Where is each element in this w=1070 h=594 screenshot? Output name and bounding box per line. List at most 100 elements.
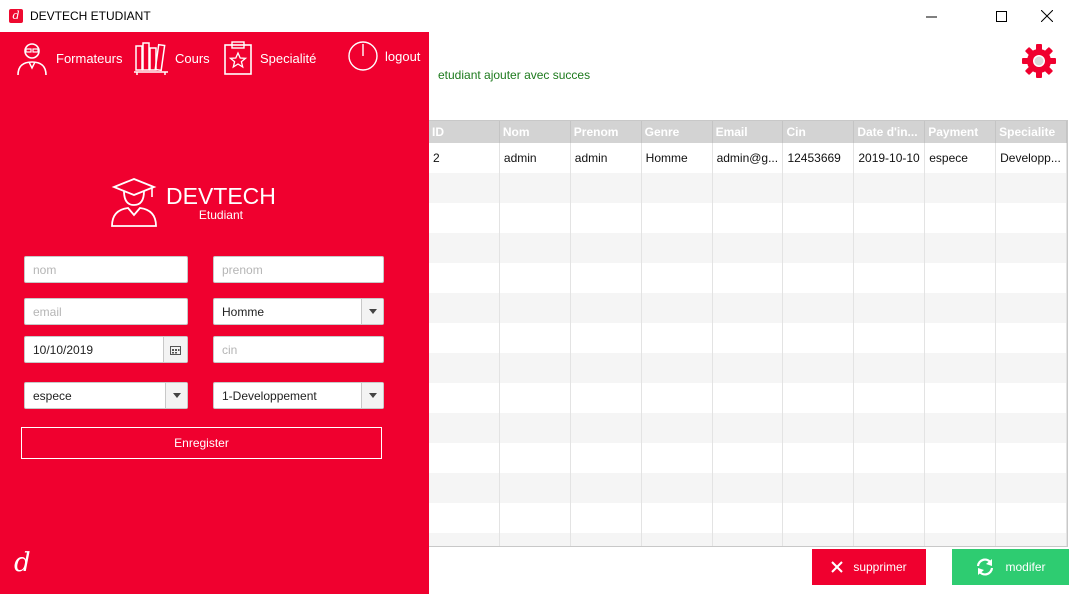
- genre-select[interactable]: Homme: [213, 298, 384, 325]
- column-header[interactable]: Email: [713, 121, 784, 143]
- column-header[interactable]: Specialite: [996, 121, 1067, 143]
- table-cell: admin: [571, 143, 642, 173]
- table-cell: [571, 293, 642, 323]
- settings-button[interactable]: [1020, 42, 1058, 85]
- table-cell: [783, 293, 855, 323]
- column-header[interactable]: Cin: [783, 121, 855, 143]
- nav-formateurs[interactable]: Formateurs: [14, 40, 122, 76]
- maximize-button[interactable]: [978, 0, 1024, 32]
- table-cell: [713, 533, 784, 546]
- chevron-down-icon[interactable]: [361, 299, 383, 324]
- column-header[interactable]: Nom: [500, 121, 571, 143]
- logout-button[interactable]: logout: [347, 40, 420, 72]
- students-table[interactable]: ID Nom Prenom Genre Email Cin Date d'in... Paym…: [429, 120, 1068, 547]
- minimize-button[interactable]: [908, 0, 954, 32]
- chevron-down-icon[interactable]: [165, 383, 187, 408]
- date-value: 10/10/2019: [33, 342, 94, 357]
- close-button[interactable]: [1024, 0, 1070, 32]
- table-row[interactable]: [429, 533, 1067, 546]
- brand-title: DEVTECH: [166, 182, 276, 209]
- refresh-icon: [977, 558, 994, 576]
- table-row[interactable]: [429, 353, 1067, 383]
- table-row[interactable]: [429, 203, 1067, 233]
- date-picker[interactable]: 10/10/2019: [24, 336, 188, 363]
- table-cell: Developp...: [996, 143, 1067, 173]
- delete-button[interactable]: supprimer: [812, 549, 926, 585]
- table-cell: [571, 263, 642, 293]
- table-cell: [783, 173, 855, 203]
- table-row[interactable]: [429, 323, 1067, 353]
- table-cell: [500, 233, 571, 263]
- table-cell: [854, 203, 926, 233]
- table-cell: [713, 383, 784, 413]
- specialite-select[interactable]: 1-Developpement: [213, 382, 384, 409]
- table-cell: [642, 173, 713, 203]
- table-row[interactable]: [429, 443, 1067, 473]
- chevron-down-icon[interactable]: [361, 383, 383, 408]
- table-row[interactable]: [429, 503, 1067, 533]
- table-row[interactable]: [429, 413, 1067, 443]
- table-row[interactable]: [429, 473, 1067, 503]
- calendar-icon[interactable]: [163, 337, 187, 362]
- table-row[interactable]: [429, 173, 1067, 203]
- table-cell: [429, 413, 500, 443]
- table-row[interactable]: [429, 233, 1067, 263]
- table-row[interactable]: [429, 263, 1067, 293]
- table-cell: [925, 203, 997, 233]
- column-header[interactable]: Date d'in...: [854, 121, 926, 143]
- table-row[interactable]: [429, 293, 1067, 323]
- sidebar: Formateurs Cours Specialité logout DEVTE…: [0, 32, 429, 594]
- table-cell: [713, 203, 784, 233]
- prenom-input[interactable]: prenom: [213, 256, 384, 283]
- table-cell: [783, 323, 855, 353]
- table-cell: [642, 323, 713, 353]
- table-cell: [713, 353, 784, 383]
- table-cell: [429, 503, 500, 533]
- cin-input[interactable]: cin: [213, 336, 384, 363]
- minimize-icon: [925, 16, 937, 17]
- nav-cours[interactable]: Cours: [133, 40, 210, 76]
- table-cell: [854, 323, 926, 353]
- table-cell: [642, 473, 713, 503]
- table-cell: [783, 353, 855, 383]
- table-cell: 2019-10-10: [854, 143, 926, 173]
- column-header[interactable]: Genre: [642, 121, 713, 143]
- table-cell: [500, 383, 571, 413]
- table-row[interactable]: 2 admin admin Homme admin@g... 12453669 2019-1…: [429, 143, 1067, 173]
- column-header[interactable]: Prenom: [571, 121, 642, 143]
- table-cell: [571, 203, 642, 233]
- table-cell: [713, 233, 784, 263]
- payment-select[interactable]: espece: [24, 382, 188, 409]
- table-cell: admin: [500, 143, 571, 173]
- column-header[interactable]: ID: [429, 121, 500, 143]
- table-cell: [571, 443, 642, 473]
- table-cell: [996, 353, 1067, 383]
- nom-input[interactable]: nom: [24, 256, 188, 283]
- nav-specialite[interactable]: Specialité: [222, 40, 316, 76]
- table-cell: [429, 473, 500, 503]
- email-input[interactable]: email: [24, 298, 188, 325]
- table-cell: [429, 323, 500, 353]
- payment-value: espece: [33, 388, 72, 403]
- table-cell: [571, 533, 642, 546]
- modify-button[interactable]: modifer: [952, 549, 1069, 585]
- table-cell: [642, 413, 713, 443]
- table-cell: [996, 473, 1067, 503]
- table-row[interactable]: [429, 383, 1067, 413]
- table-cell: [500, 203, 571, 233]
- table-cell: [854, 173, 926, 203]
- save-button[interactable]: Enregister: [21, 427, 382, 459]
- column-header[interactable]: Payment: [925, 121, 997, 143]
- table-cell: [713, 263, 784, 293]
- table-cell: [996, 203, 1067, 233]
- table-cell: [996, 533, 1067, 546]
- table-cell: [925, 413, 997, 443]
- table-cell: admin@g...: [713, 143, 784, 173]
- app-logo-icon: d: [14, 548, 31, 578]
- app-window: d DEVTECH ETUDIANT Formateurs Cours Spec…: [0, 0, 1070, 594]
- table-cell: [783, 503, 855, 533]
- table-cell: [500, 413, 571, 443]
- specialite-value: 1-Developpement: [222, 388, 317, 403]
- table-cell: [429, 173, 500, 203]
- table-cell: [996, 503, 1067, 533]
